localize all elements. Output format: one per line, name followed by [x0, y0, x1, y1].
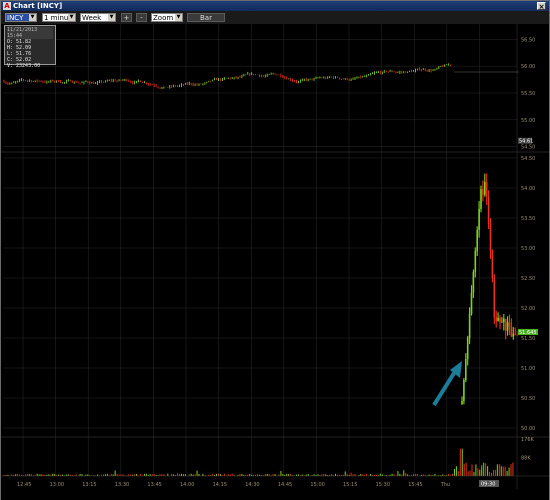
x-tick-label: 09:30 — [481, 482, 495, 488]
candle-body — [463, 380, 465, 401]
chart-window: A Chart [INCY] × INCY ▼ 1 minute ▼ Week … — [0, 0, 550, 500]
y-tick-label: 52.00 — [521, 306, 535, 312]
candle-body — [478, 209, 480, 230]
range-select[interactable]: Week ▼ — [80, 13, 116, 22]
candle-body — [491, 251, 494, 278]
info-timestamp: 11/21/2013 15:44 — [7, 27, 53, 39]
candle-body — [504, 318, 507, 331]
range-value: Week — [82, 14, 102, 22]
candle-body — [461, 401, 463, 404]
chevron-down-icon[interactable]: ▼ — [68, 14, 75, 21]
candle-body — [510, 326, 513, 337]
x-tick-label: 12:45 — [17, 482, 31, 488]
y-tick-label: 56.50 — [521, 37, 535, 43]
y-tick-label: 176K — [521, 437, 535, 443]
info-volume: V: 23243.00 — [7, 63, 41, 69]
candle-body — [468, 314, 471, 338]
app-icon: A — [3, 2, 11, 10]
candle-body — [512, 333, 515, 337]
price-chart[interactable]: 56.50 56.00 55.50 55.00 54.50 54.50 54.00 53.50… — [1, 24, 549, 500]
chevron-down-icon[interactable]: ▼ — [29, 14, 36, 21]
y-tick-label: 51.00 — [521, 366, 535, 372]
y-tick-label: 54.00 — [521, 186, 535, 192]
candle-body — [495, 317, 497, 322]
x-tick-label: 14:00 — [180, 482, 194, 488]
candle-body — [472, 272, 475, 293]
y-tick-label: 50.50 — [521, 396, 535, 402]
zoom-select[interactable]: Zoom ▼ — [151, 13, 183, 22]
x-tick-label: 14:45 — [278, 482, 292, 488]
candle-body — [489, 224, 492, 251]
y-tick-label: 53.50 — [521, 216, 535, 222]
candle-body — [487, 196, 490, 224]
candle-body — [508, 322, 511, 327]
candle-body — [497, 317, 499, 322]
candle-body — [485, 182, 488, 197]
x-tick-label: 15:30 — [376, 482, 390, 488]
zoom-in-button[interactable]: + — [121, 13, 132, 22]
candle-body — [476, 230, 478, 251]
last-value-label: 54.61 — [519, 139, 533, 145]
candle-body — [466, 338, 469, 359]
y-tick-label: 50.00 — [521, 426, 535, 432]
y-tick-label: 55.00 — [521, 118, 535, 124]
y-tick-label: 51.50 — [521, 336, 535, 342]
candle-body — [480, 189, 482, 209]
y-tick-label: 88K — [521, 456, 531, 462]
candle-body — [501, 322, 503, 323]
x-tick-label: 15:00 — [310, 482, 324, 488]
x-tick-label: 13:30 — [115, 482, 129, 488]
symbol-value: INCY — [7, 14, 24, 22]
candle-body — [506, 322, 509, 331]
candle-body — [482, 189, 484, 195]
ohlc-info-box: 11/21/2013 15:44 O: 51.82 H: 52.09 L: 51… — [4, 25, 56, 69]
y-tick-label: 54.50 — [521, 156, 535, 162]
y-tick-label: 53.00 — [521, 246, 535, 252]
x-tick-label: 15:45 — [408, 482, 422, 488]
candle-body — [470, 293, 473, 314]
chevron-down-icon[interactable]: ▼ — [175, 14, 182, 21]
x-tick-label: 14:15 — [213, 482, 227, 488]
x-tick-label: Thu — [440, 482, 450, 488]
symbol-select[interactable]: INCY ▼ — [5, 13, 37, 22]
y-tick-label: 52.50 — [521, 276, 535, 282]
candle-body — [484, 182, 486, 195]
zoom-value: Zoom — [153, 14, 174, 22]
x-tick-label: 13:15 — [82, 482, 96, 488]
candle-body — [465, 359, 467, 380]
candle-body — [474, 251, 477, 272]
x-tick-label: 14:30 — [245, 482, 259, 488]
x-tick-label: 13:00 — [50, 482, 64, 488]
y-tick-label: 55.50 — [521, 91, 535, 97]
zoom-out-button[interactable]: - — [136, 13, 147, 22]
window-title: Chart [INCY] — [13, 2, 63, 10]
candle-body — [493, 278, 496, 318]
close-button[interactable]: × — [537, 2, 546, 11]
last-value-label: 51.645 — [519, 330, 537, 336]
x-tick-label: 13:45 — [147, 482, 161, 488]
x-tick-label: 15:15 — [343, 482, 357, 488]
candle-body — [503, 318, 505, 323]
candle-body — [499, 317, 501, 323]
chart-toolbar: INCY ▼ 1 minute ▼ Week ▼ + - Zoom ▼ Bar — [1, 11, 549, 25]
chevron-down-icon[interactable]: ▼ — [108, 14, 115, 21]
interval-select[interactable]: 1 minute ▼ — [42, 13, 76, 22]
candle-body — [514, 333, 516, 335]
chart-style-button[interactable]: Bar — [187, 13, 225, 22]
y-tick-label: 54.50 — [521, 145, 535, 151]
y-tick-label: 56.00 — [521, 64, 535, 70]
title-bar[interactable]: A Chart [INCY] × — [1, 1, 549, 11]
